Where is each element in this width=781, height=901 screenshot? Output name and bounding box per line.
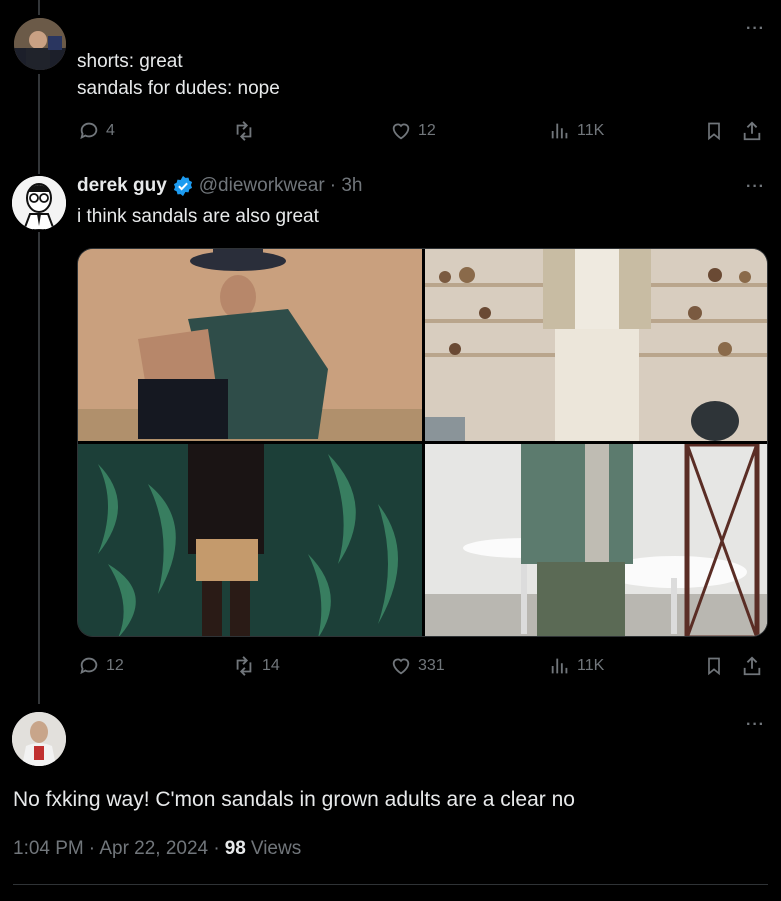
reply-button[interactable]: 4 [78, 120, 115, 142]
avatar[interactable] [12, 176, 66, 230]
share-button[interactable] [741, 655, 763, 677]
retweet-button[interactable] [232, 120, 262, 142]
more-options-icon[interactable]: ··· [746, 20, 765, 38]
like-button[interactable]: 331 [390, 655, 445, 677]
user-handle[interactable]: @dieworkwear [199, 175, 325, 197]
bookmark-button[interactable] [704, 120, 724, 142]
thread-line-1 [38, 74, 40, 174]
heart-icon [392, 658, 410, 675]
tweet-text-line-1: shorts: great [77, 51, 183, 72]
more-options-icon[interactable]: ··· [746, 178, 765, 196]
photo-3[interactable] [78, 444, 422, 636]
view-count: 11K [577, 122, 605, 139]
reply-icon [80, 122, 98, 140]
views-icon [551, 123, 568, 139]
retweet-button[interactable]: 14 [232, 655, 280, 677]
view-count: 98 [224, 838, 246, 859]
share-icon [743, 656, 761, 676]
media-grid[interactable] [77, 248, 768, 637]
bookmark-button[interactable] [704, 655, 724, 677]
reply-count: 12 [106, 657, 124, 674]
timestamp[interactable]: · 3h [330, 175, 363, 197]
share-button[interactable] [741, 120, 763, 142]
divider [13, 884, 768, 885]
tweet-header: derek guy @dieworkwear · 3h [77, 175, 362, 197]
like-button[interactable]: 12 [390, 120, 436, 142]
thread-line-2 [38, 232, 40, 704]
thread-line-top [38, 0, 40, 15]
user-photo [12, 712, 66, 766]
reply-count: 4 [106, 122, 115, 139]
tweet-meta: 1:04 PM · Apr 22, 2024 · 98 Views [13, 838, 301, 860]
main-tweet-text: No fxking way! C'mon sandals in grown ad… [13, 788, 575, 811]
retweet-icon [236, 656, 252, 676]
photo-shelves-man [425, 249, 767, 441]
more-options-icon[interactable]: ··· [746, 716, 765, 734]
views-button[interactable]: 11K [549, 655, 604, 677]
views-button[interactable]: 11K [549, 120, 604, 142]
photo-4[interactable] [425, 444, 767, 636]
share-icon [743, 121, 761, 141]
tweet-text-line-2: sandals for dudes: nope [77, 78, 280, 99]
tweet-time[interactable]: 1:04 PM [13, 838, 84, 860]
avatar[interactable] [14, 18, 66, 70]
user-photo [14, 18, 66, 70]
tweet-text: i think sandals are also great [77, 206, 319, 227]
heart-icon [392, 123, 410, 140]
photo-1[interactable] [78, 249, 422, 441]
photo-seated-man [78, 249, 422, 441]
view-count: 11K [577, 657, 605, 674]
photo-2[interactable] [425, 249, 767, 441]
reply-button[interactable]: 12 [78, 655, 124, 677]
views-label: Views [250, 838, 302, 859]
tweet-date[interactable]: · Apr 22, 2024 · [89, 838, 220, 860]
user-illustration [12, 176, 66, 230]
bookmark-icon [708, 122, 720, 141]
photo-man-tables [425, 444, 767, 636]
like-count: 12 [418, 122, 436, 139]
photo-palm-wallpaper [78, 444, 422, 636]
retweet-count: 14 [262, 657, 280, 674]
views-icon [551, 658, 568, 674]
retweet-icon [236, 121, 252, 141]
bookmark-icon [708, 657, 720, 676]
reply-icon [80, 657, 98, 675]
display-name[interactable]: derek guy [77, 175, 167, 197]
verified-badge-icon [173, 175, 192, 197]
avatar[interactable] [12, 712, 66, 766]
like-count: 331 [418, 657, 445, 674]
